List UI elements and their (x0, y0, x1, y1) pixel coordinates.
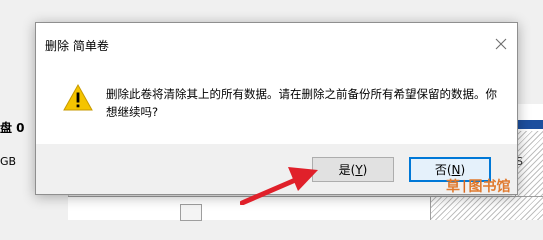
warning-icon (63, 83, 93, 113)
no-button-suffix: ) (460, 162, 466, 177)
yes-button-prefix: 是( (338, 163, 356, 177)
close-icon[interactable] (490, 33, 512, 55)
yes-button[interactable]: 是(Y) (312, 157, 394, 182)
bottom-partition-hatched[interactable] (430, 196, 543, 220)
dialog-titlebar: 删除 简单卷 (36, 23, 517, 64)
disk-label: 盘 0 (0, 121, 25, 135)
watermark-separator-icon: ∣ (461, 178, 468, 194)
dialog-message: 删除此卷将清除其上的所有数据。请在删除之前备份所有希望保留的数据。你想继续吗? (106, 87, 497, 119)
bottom-disk-box (180, 204, 202, 221)
watermark-text-2: 图书馆 (468, 179, 511, 195)
dialog-body: 删除此卷将清除其上的所有数据。请在删除之前备份所有希望保留的数据。你想继续吗? (36, 64, 517, 144)
dialog-title: 删除 简单卷 (45, 39, 109, 53)
no-button-key: N (451, 162, 461, 177)
yes-button-key: Y (355, 162, 363, 177)
disk-size: GB (0, 155, 17, 168)
annotation-arrow (240, 163, 320, 205)
watermark-text-1: 草 (446, 179, 460, 195)
watermark: 草 ∣ 图书馆 (446, 176, 511, 196)
yes-button-suffix: ) (362, 162, 368, 177)
